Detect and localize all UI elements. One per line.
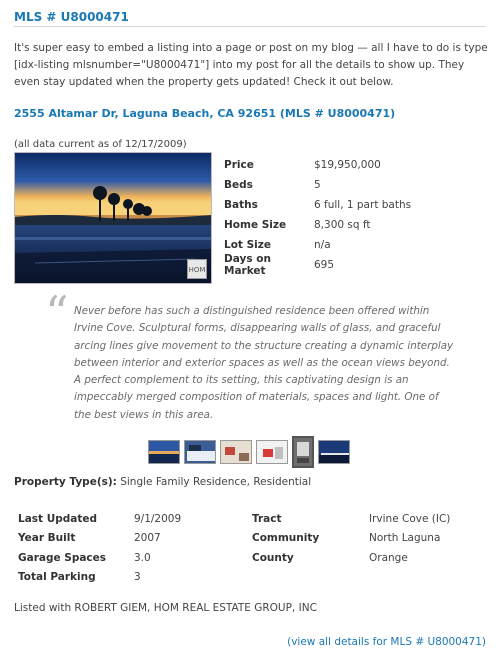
thumbnail[interactable] [184, 440, 216, 464]
data-current-note: (all data current as of 12/17/2009) [14, 139, 187, 150]
stat-row-days-on-market: Days on Market 695 [224, 253, 411, 277]
home-logo-icon: HOM [187, 259, 207, 279]
detail-value: 3 [134, 571, 141, 584]
stat-value: 6 full, 1 part baths [314, 199, 412, 211]
sunset-ocean-image [15, 153, 211, 283]
detail-label: Garage Spaces [18, 551, 107, 564]
stat-label: Baths [224, 199, 258, 211]
property-type: Property Type(s): Single Family Residenc… [14, 476, 311, 488]
details-row: Last Updated 9/1/2009 Tract Irvine Cove … [18, 509, 450, 529]
stat-value: $19,950,000 [314, 159, 381, 171]
stat-value: 695 [314, 259, 335, 271]
details-row: Total Parking 3 [18, 568, 450, 588]
stat-label: Beds [224, 179, 253, 191]
stat-label: Price [224, 159, 254, 171]
detail-label: Year Built [18, 532, 76, 545]
detail-value: 9/1/2009 [134, 512, 182, 525]
details-row: Garage Spaces 3.0 County Orange [18, 548, 450, 568]
stat-label: Lot Size [224, 239, 271, 251]
thumbnail[interactable] [256, 440, 288, 464]
listing-address-link[interactable]: 2555 Altamar Dr, Laguna Beach, CA 92651 … [14, 107, 395, 120]
details-row: Year Built 2007 Community North Laguna [18, 529, 450, 549]
stat-label: Days on Market [224, 253, 271, 277]
detail-label: Tract [252, 512, 282, 525]
listing-page: MLS # U8000471 It's super easy to embed … [0, 0, 500, 663]
title-divider [14, 26, 486, 27]
stat-value: 8,300 sq ft [314, 219, 371, 231]
detail-label: Community [252, 532, 320, 545]
detail-label: County [252, 551, 294, 564]
stat-label: Home Size [224, 219, 287, 231]
property-description: Never before has such a distinguished re… [74, 305, 454, 421]
main-property-photo[interactable]: HOM [14, 152, 212, 284]
detail-label: Last Updated [18, 512, 98, 525]
listing-agent: Listed with ROBERT GIEM, HOM REAL ESTATE… [14, 602, 317, 614]
detail-value: North Laguna [369, 532, 441, 545]
details-table: Last Updated 9/1/2009 Tract Irvine Cove … [18, 509, 450, 587]
detail-value: Orange [369, 551, 408, 564]
property-type-label: Property Type(s): [14, 476, 117, 488]
thumbnail-selected[interactable] [292, 436, 314, 468]
thumbnail[interactable] [220, 440, 252, 464]
photo-thumbnail-strip [148, 436, 350, 468]
quote-mark-icon: “ [45, 286, 69, 340]
stat-row-baths: Baths 6 full, 1 part baths [224, 195, 411, 215]
stat-row-lot-size: Lot Size n/a [224, 235, 411, 255]
key-stats: Price $19,950,000 Beds 5 Baths 6 full, 1… [224, 155, 411, 277]
stat-row-home-size: Home Size 8,300 sq ft [224, 215, 411, 235]
detail-value: 2007 [134, 532, 161, 545]
stat-value: n/a [314, 239, 331, 251]
page-title: MLS # U8000471 [14, 10, 129, 24]
stat-value: 5 [314, 179, 321, 191]
detail-label: Total Parking [18, 571, 96, 584]
thumbnail[interactable] [148, 440, 180, 464]
thumbnail[interactable] [318, 440, 350, 464]
stat-row-price: Price $19,950,000 [224, 155, 411, 175]
detail-value: 3.0 [134, 551, 151, 564]
property-type-value: Single Family Residence, Residential [116, 476, 312, 488]
detail-value: Irvine Cove (IC) [369, 512, 451, 525]
intro-paragraph: It's super easy to embed a listing into … [14, 42, 488, 88]
view-all-details-link[interactable]: (view all details for MLS # U8000471) [287, 636, 486, 648]
stat-row-beds: Beds 5 [224, 175, 411, 195]
